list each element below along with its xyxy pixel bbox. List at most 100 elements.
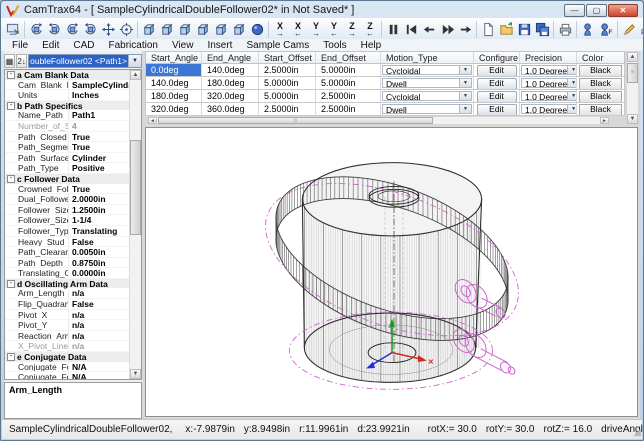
propgrid-scrollbar[interactable]: ▲ ▼ (129, 70, 141, 379)
shaded-render-icon[interactable] (248, 21, 266, 38)
configure-edit-button[interactable]: Edit (477, 104, 517, 115)
color-button[interactable]: Black (579, 65, 622, 76)
property-value[interactable]: Path1 (69, 110, 130, 120)
property-value[interactable]: True (69, 132, 130, 142)
pan-icon[interactable] (99, 21, 117, 38)
chevron-down-icon[interactable]: ▼ (459, 66, 471, 74)
chevron-down-icon[interactable]: ▼ (567, 79, 577, 87)
chevron-down-icon[interactable]: ▼ (567, 66, 577, 74)
precision-select[interactable]: 1.0 Degree ▼ (521, 78, 577, 88)
export-view-icon[interactable] (4, 21, 22, 38)
chevron-down-icon[interactable]: ▼ (567, 105, 577, 113)
scroll-up-icon[interactable]: ▲ (627, 52, 638, 62)
start-offset-cell[interactable]: 2.5000in (259, 64, 316, 76)
save-file-icon[interactable] (515, 21, 533, 38)
column-header[interactable]: Color (577, 52, 624, 63)
menu-item[interactable]: Insert (200, 40, 239, 51)
maximize-button[interactable]: ▢ (586, 4, 607, 17)
property-value[interactable]: n/a (69, 288, 130, 298)
motion-type-select[interactable]: Cycloidal ▼ (382, 65, 472, 75)
step-forward-icon[interactable] (456, 21, 474, 38)
property-category[interactable]: - c Follower Data (5, 174, 130, 184)
configure-edit-button[interactable]: Edit (477, 91, 517, 102)
minimize-button[interactable]: — (564, 4, 585, 17)
property-row[interactable]: Path_Segments_C True (5, 142, 130, 153)
collapse-icon[interactable]: - (7, 102, 15, 110)
column-header[interactable]: Start_Angle (146, 52, 202, 63)
iso-view-5-icon[interactable] (212, 21, 230, 38)
scroll-down-icon[interactable]: ▼ (130, 369, 141, 379)
property-row[interactable]: Path_Clearance 0.0050in (5, 247, 130, 258)
start-offset-cell[interactable]: 5.0000in (259, 90, 316, 102)
segment-row[interactable]: 0.0deg 140.0deg 2.5000in 5.0000in Cycloi… (145, 64, 625, 77)
property-value[interactable]: SampleCylindricalD (69, 80, 130, 90)
color-button[interactable]: Black (579, 91, 622, 102)
property-row[interactable]: Arm_Length n/a (5, 288, 130, 299)
chevron-down-icon[interactable]: ▼ (459, 92, 471, 100)
property-row[interactable]: Follower_Size_Di 1.2500in (5, 205, 130, 216)
property-row[interactable]: Reaction_Arm_Le n/a (5, 331, 130, 342)
property-value[interactable]: False (69, 299, 130, 309)
cam-fabricate-icon[interactable] (597, 21, 615, 38)
start-angle-cell[interactable]: 320.0deg (146, 103, 202, 115)
segment-row[interactable]: 180.0deg 320.0deg 5.0000in 2.5000in Cycl… (145, 90, 625, 103)
column-header[interactable]: End_Angle (202, 52, 259, 63)
property-row[interactable]: Cam_Blank_Name SampleCylindricalD (5, 80, 130, 91)
table-vscrollbar[interactable]: ▲ ≡ ▼ (626, 51, 639, 125)
property-row[interactable]: Conjugate_Follow N/A (5, 372, 130, 379)
chevron-down-icon[interactable]: ▼ (567, 92, 577, 100)
end-angle-cell[interactable]: 360.0deg (202, 103, 259, 115)
start-offset-cell[interactable]: 5.0000in (259, 77, 316, 89)
property-value[interactable]: 2.0000in (69, 194, 130, 204)
scroll-right-icon[interactable]: ► (600, 117, 609, 124)
step-back-icon[interactable] (420, 21, 438, 38)
property-row[interactable]: Units Inches (5, 90, 130, 101)
property-value[interactable]: False (69, 237, 130, 247)
property-row[interactable]: Follower_Type Translating (5, 226, 130, 237)
motion-type-select[interactable]: Dwell ▼ (382, 104, 472, 114)
profile-editor-icon[interactable] (638, 21, 644, 38)
property-value[interactable]: 0.8750in (69, 258, 130, 268)
property-row[interactable]: Follower_Size_N 1-1/4 (5, 215, 130, 226)
path-selector-combo[interactable]: oubleFollower02 <Path1> ▼ (28, 54, 142, 68)
property-row[interactable]: Path_Surface Cylinder (5, 153, 130, 164)
collapse-icon[interactable]: - (7, 71, 15, 79)
property-row[interactable]: Conjugate_Follow N/A (5, 362, 130, 373)
property-value[interactable]: Translating (69, 226, 130, 236)
property-value[interactable]: N/A (69, 362, 130, 372)
start-angle-cell[interactable]: 180.0deg (146, 90, 202, 102)
collapse-icon[interactable]: - (7, 175, 15, 183)
configure-edit-button[interactable]: Edit (477, 78, 517, 89)
save-all-icon[interactable] (533, 21, 551, 38)
segment-row[interactable]: 140.0deg 180.0deg 5.0000in 5.0000in Dwel… (145, 77, 625, 90)
step-first-icon[interactable] (402, 21, 420, 38)
iso-view-1-icon[interactable] (140, 21, 158, 38)
scroll-down-icon[interactable]: ▼ (627, 114, 638, 124)
close-button[interactable]: ✕ (608, 4, 638, 17)
rotate-free-icon[interactable] (81, 21, 99, 38)
menu-item[interactable]: CAD (66, 40, 101, 51)
chevron-down-icon[interactable]: ▼ (128, 55, 141, 67)
property-value[interactable]: 1.2500in (69, 205, 130, 215)
property-value[interactable]: n/a (69, 341, 130, 351)
cam-library-icon[interactable] (579, 21, 597, 38)
axis-y-back-icon[interactable]: Y← (325, 21, 343, 38)
property-value[interactable]: Inches (69, 90, 130, 100)
menu-item[interactable]: Tools (316, 40, 353, 51)
scroll-up-icon[interactable]: ▲ (130, 70, 141, 80)
property-row[interactable]: Pivot_X n/a (5, 310, 130, 321)
chevron-down-icon[interactable]: ▼ (459, 105, 471, 113)
property-category[interactable]: - a Cam Blank Data (5, 70, 130, 80)
end-angle-cell[interactable]: 320.0deg (202, 90, 259, 102)
column-header[interactable]: Configure (474, 52, 520, 63)
scrollbar-thumb[interactable]: ⁞⁞⁞ (158, 117, 433, 124)
end-offset-cell[interactable]: 2.5000in (316, 103, 381, 115)
menu-item[interactable]: View (165, 40, 201, 51)
cam-3d-viewport[interactable] (145, 127, 638, 417)
property-value[interactable]: n/a (69, 320, 130, 330)
column-header[interactable]: Precision (520, 52, 577, 63)
end-angle-cell[interactable]: 180.0deg (202, 77, 259, 89)
scrollbar-thumb[interactable] (130, 140, 141, 235)
property-value[interactable]: 0.0050in (69, 247, 130, 257)
scrollbar-thumb[interactable]: ≡ (627, 63, 638, 83)
